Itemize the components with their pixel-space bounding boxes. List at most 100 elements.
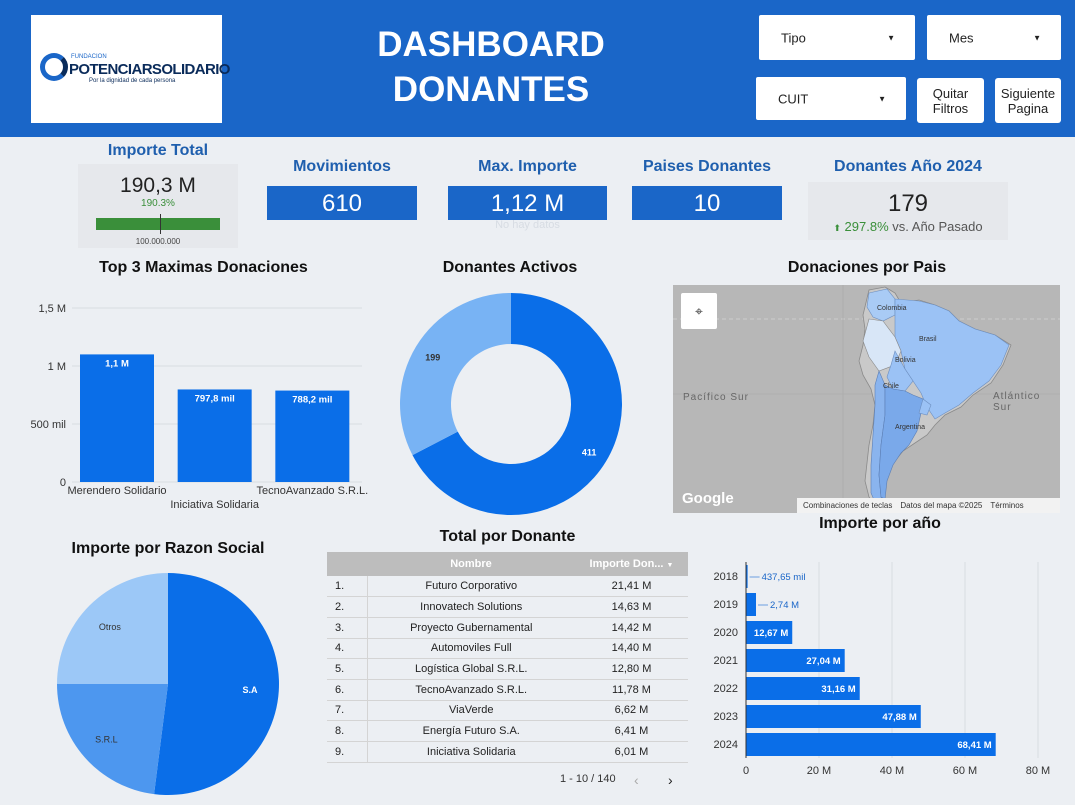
siguiente-pagina-button[interactable]: Siguiente Pagina	[995, 78, 1061, 123]
sort-desc-icon: ▼	[666, 562, 674, 569]
table-row[interactable]: 1. Futuro Corporativo 21,41 M	[327, 576, 688, 598]
chevron-down-icon: ▼	[878, 94, 886, 103]
logo-icon	[40, 53, 68, 81]
bar-value-label: 797,8 mil	[195, 393, 235, 404]
y-tick-label: 0	[60, 477, 66, 489]
page-title: DASHBOARD DONANTES	[377, 25, 605, 109]
map-title: Donaciones por Pais	[787, 259, 947, 276]
table-header-importe[interactable]: Importe Don... ▼	[575, 552, 688, 576]
logo: FUNDACION POTENCIARSOLIDARIO Por la dign…	[31, 15, 230, 123]
row-index: 1.	[327, 576, 368, 598]
chevron-down-icon: ▼	[887, 33, 895, 42]
map-label-argentina: Argentina	[895, 424, 925, 431]
map-label-colombia: Colombia	[877, 305, 907, 312]
prev-page-icon[interactable]: ‹	[634, 772, 639, 788]
bar-value-label: 12,67 M	[754, 628, 788, 639]
row-importe: 6,01 M	[575, 741, 688, 763]
row-importe: 11,78 M	[575, 679, 688, 701]
x-tick-label: Iniciativa Solidaria	[170, 499, 260, 511]
map-data-text: Datos del mapa ©2025	[900, 501, 983, 510]
x-tick-label: TecnoAvanzado S.R.L.	[256, 485, 368, 497]
tipo-filter[interactable]: Tipo ▼	[759, 15, 915, 60]
bar[interactable]	[746, 593, 757, 616]
max-importe-note: No hay datos	[495, 219, 560, 231]
map-panel[interactable]: ⌖ Colombia Brasil Bolivia Chile Argentin…	[673, 285, 1060, 513]
row-index: 2.	[327, 596, 368, 618]
table-row[interactable]: 8. Energía Futuro S.A. 6,41 M	[327, 720, 688, 742]
paises-title: Paises Donantes	[642, 158, 772, 175]
y-tick-label: 2022	[714, 683, 738, 695]
importe-total-card: 190,3 M 190.3% 100.000.000	[78, 164, 238, 248]
row-nombre: Proyecto Gubernamental	[367, 617, 575, 639]
pie-slice[interactable]	[154, 573, 279, 795]
importe-total-delta: 190.3%	[141, 198, 175, 209]
row-importe: 14,40 M	[575, 638, 688, 660]
map-terms-link[interactable]: Términos	[990, 501, 1023, 510]
donantes-2024-value: 179	[887, 190, 929, 217]
top3-chart: 0 500 mil 1 M 1,5 M 1,1 M Merendero Solidario…	[31, 303, 369, 511]
importe-anio-chart: 0 20 M 40 M 60 M 80 M 2018 437,65 mil 2019 2,74 …	[714, 562, 1050, 777]
table-row[interactable]: 2. Innovatech Solutions 14,63 M	[327, 596, 688, 618]
importe-total-value: 190,3 M	[120, 174, 196, 197]
table-header-nombre[interactable]: Nombre	[367, 552, 575, 576]
quitar-filtros-button[interactable]: Quitar Filtros	[917, 78, 984, 123]
x-tick-label: 20 M	[807, 765, 831, 777]
table-row[interactable]: 5. Logística Global S.R.L. 12,80 M	[327, 658, 688, 680]
donantes-activos-chart: 411 199	[400, 293, 622, 515]
row-nombre: ViaVerde	[367, 700, 575, 722]
donut-slice[interactable]	[400, 293, 511, 456]
row-nombre: Iniciativa Solidaria	[367, 741, 575, 763]
map-label-bolivia: Bolivia	[895, 357, 916, 364]
table-row[interactable]: 7. ViaVerde 6,62 M	[327, 700, 688, 722]
row-importe: 14,63 M	[575, 596, 688, 618]
chevron-down-icon: ▼	[1033, 33, 1041, 42]
y-tick-label: 1 M	[48, 361, 66, 373]
donantes-2024-title: Donantes Año 2024	[834, 158, 982, 175]
mes-filter[interactable]: Mes ▼	[927, 15, 1061, 60]
y-tick-label: 2019	[714, 599, 738, 611]
mes-filter-label: Mes	[949, 30, 974, 45]
locate-icon[interactable]: ⌖	[681, 293, 717, 329]
importe-total-target: 100.000.000	[135, 237, 181, 246]
bar-value-label: 437,65 mil	[762, 572, 806, 583]
row-importe: 14,42 M	[575, 617, 688, 639]
row-nombre: Innovatech Solutions	[367, 596, 575, 618]
movimientos-value: 610	[267, 186, 417, 220]
y-tick-label: 500 mil	[31, 419, 66, 431]
donantes-table: Nombre Importe Don... ▼ 1. Futuro Corpora…	[327, 552, 688, 763]
x-tick-label: 0	[743, 765, 749, 777]
razon-social-title: Importe por Razon Social	[71, 540, 265, 557]
quitar-filtros-label: Quitar Filtros	[932, 85, 969, 116]
google-logo: Google	[682, 490, 734, 507]
table-row[interactable]: 3. Proyecto Gubernamental 14,42 M	[327, 617, 688, 639]
gauge-target-marker	[160, 214, 161, 234]
row-nombre: Logística Global S.R.L.	[367, 658, 575, 680]
table-title: Total por Donante	[439, 528, 576, 545]
cuit-filter[interactable]: CUIT ▼	[756, 77, 906, 120]
bar-value-label: 788,2 mil	[292, 395, 332, 406]
table-row[interactable]: 6. TecnoAvanzado S.R.L. 11,78 M	[327, 679, 688, 701]
row-importe: 6,41 M	[575, 720, 688, 742]
logo-small-text: FUNDACION	[71, 54, 107, 60]
bar[interactable]	[80, 354, 154, 482]
bar-value-label: 27,04 M	[806, 656, 840, 667]
row-index: 3.	[327, 617, 368, 639]
map-shortcuts-link[interactable]: Combinaciones de teclas	[803, 501, 892, 510]
pie-slice-label: S.R.L	[95, 734, 118, 744]
pie-slice-label: S.A	[242, 685, 258, 695]
importe-total-gauge-track	[96, 218, 220, 230]
bar-value-label: 31,16 M	[821, 684, 855, 695]
row-nombre: Futuro Corporativo	[367, 576, 575, 598]
donantes-2024-delta-label: vs. Año Pasado	[892, 219, 983, 234]
table-row[interactable]: 4. Automoviles Full 14,40 M	[327, 638, 688, 660]
row-nombre: Energía Futuro S.A.	[367, 720, 575, 742]
top3-title: Top 3 Maximas Donaciones	[99, 259, 308, 276]
donut-value-label: 411	[582, 448, 597, 458]
row-nombre: Automoviles Full	[367, 638, 575, 660]
razon-social-chart: S.A S.R.L Otros	[57, 573, 279, 795]
map-label-chile: Chile	[883, 383, 899, 390]
next-page-icon[interactable]: ›	[668, 772, 673, 788]
table-row[interactable]: 9. Iniciativa Solidaria 6,01 M	[327, 741, 688, 763]
map-footer: Combinaciones de teclas Datos del mapa ©…	[797, 498, 1060, 513]
bar-value-label: 68,41 M	[957, 740, 991, 751]
